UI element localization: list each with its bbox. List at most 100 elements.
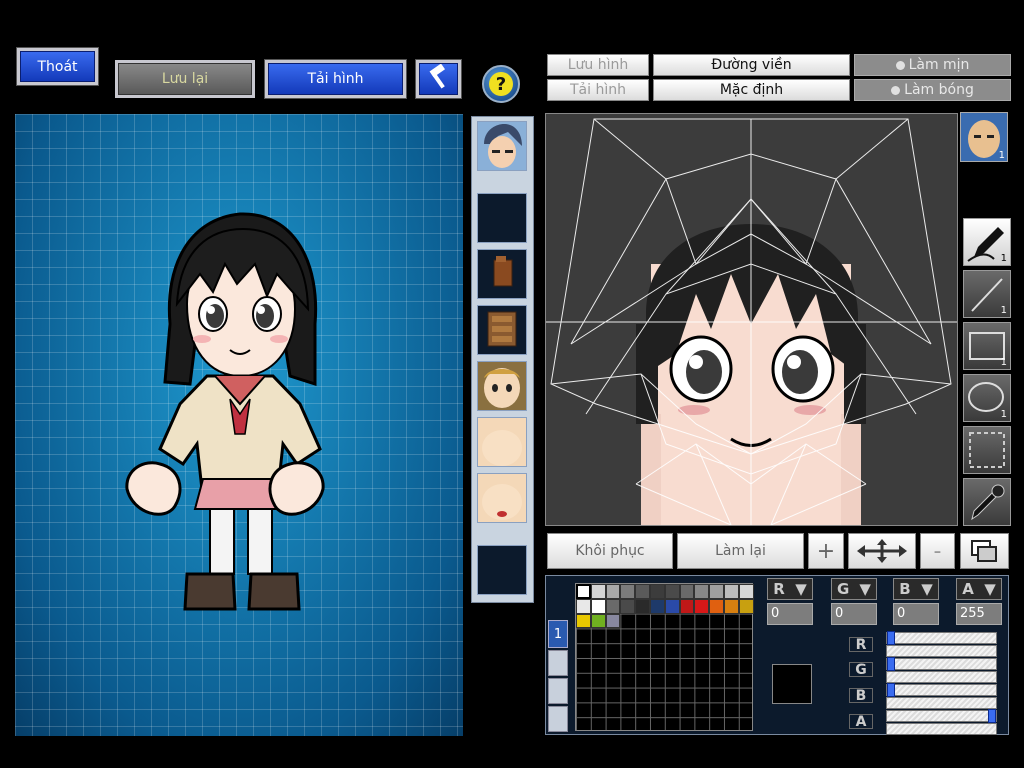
color-swatch[interactable]: [650, 598, 665, 614]
g-value-field[interactable]: 0: [831, 603, 877, 625]
a-slider[interactable]: [886, 709, 997, 723]
g-slider-track-2: [886, 671, 997, 683]
restore-button[interactable]: Khôi phục: [547, 533, 673, 569]
g-label: G: [837, 580, 850, 598]
color-swatch[interactable]: [679, 584, 695, 599]
color-swatch[interactable]: [576, 613, 591, 629]
part-slot-face-4[interactable]: [477, 473, 527, 523]
marquee-icon: [969, 432, 1005, 468]
color-swatch[interactable]: [590, 598, 606, 614]
b-slider[interactable]: [886, 683, 997, 697]
color-palette-grid[interactable]: [575, 583, 754, 731]
g-channel-dropdown[interactable]: G ▼: [831, 578, 877, 600]
zoom-out-button[interactable]: -: [920, 533, 955, 569]
color-swatch[interactable]: [576, 598, 591, 614]
pen-tool[interactable]: 1: [963, 218, 1011, 266]
r-slider-track-2: [886, 645, 997, 657]
b-slider-thumb[interactable]: [887, 683, 895, 697]
outline-button[interactable]: Đường viền: [653, 54, 850, 76]
hammer-icon: [426, 63, 452, 94]
zoom-in-button[interactable]: +: [808, 533, 844, 569]
color-swatch[interactable]: [709, 584, 724, 599]
color-swatch[interactable]: [694, 584, 710, 599]
r-channel-dropdown[interactable]: R ▼: [767, 578, 813, 600]
load-image-button[interactable]: Tải hình: [547, 79, 649, 101]
save-button[interactable]: Lưu lại: [115, 60, 255, 98]
face-icon: [478, 474, 526, 522]
load-button[interactable]: Tải hình: [265, 60, 406, 98]
help-button[interactable]: ?: [482, 65, 520, 103]
color-swatch[interactable]: [709, 598, 724, 614]
character-preview[interactable]: [15, 114, 463, 736]
color-swatch[interactable]: [576, 584, 591, 599]
color-swatch[interactable]: [724, 584, 739, 599]
b-slider-label: B: [849, 688, 873, 704]
exit-button[interactable]: Thoát: [17, 48, 98, 85]
palette-tab[interactable]: [548, 650, 568, 676]
save-image-button[interactable]: Lưu hình: [547, 54, 649, 76]
eyedropper-icon: [971, 484, 1005, 521]
color-swatch[interactable]: [635, 598, 650, 614]
color-swatch[interactable]: [605, 613, 621, 629]
color-swatch[interactable]: [738, 584, 754, 599]
tool-count: 1: [1000, 305, 1007, 316]
smooth-option[interactable]: Làm mịn: [854, 54, 1011, 76]
layer-button[interactable]: [960, 533, 1009, 569]
part-slot-face-selected[interactable]: [477, 121, 527, 171]
select-tool[interactable]: [963, 426, 1011, 474]
color-swatch[interactable]: [664, 584, 680, 599]
part-slot-face-2[interactable]: [477, 361, 527, 411]
default-button[interactable]: Mặc định: [653, 79, 850, 101]
a-slider-thumb[interactable]: [988, 709, 996, 723]
face-texture: [546, 114, 957, 525]
color-swatch[interactable]: [605, 584, 621, 599]
hammer-button[interactable]: [416, 60, 461, 98]
color-swatch[interactable]: [605, 598, 621, 614]
color-swatch[interactable]: [635, 584, 650, 599]
r-slider[interactable]: [886, 631, 997, 645]
g-slider-thumb[interactable]: [887, 657, 895, 671]
b-channel-dropdown[interactable]: B ▼: [893, 578, 939, 600]
color-swatch[interactable]: [724, 598, 739, 614]
color-swatch[interactable]: [650, 584, 665, 599]
part-slot-face-3[interactable]: [477, 417, 527, 467]
g-slider[interactable]: [886, 657, 997, 671]
color-swatch[interactable]: [679, 598, 695, 614]
palette-tab[interactable]: [548, 706, 568, 732]
a-label: A: [962, 580, 974, 598]
backpack-icon: [493, 256, 513, 287]
color-swatch[interactable]: [738, 598, 754, 614]
shine-option[interactable]: Làm bóng: [854, 79, 1011, 101]
palette-tab-active[interactable]: 1: [548, 620, 568, 648]
color-swatch[interactable]: [590, 613, 606, 629]
face-thumbnail-icon: [478, 122, 526, 170]
a-value-field[interactable]: 255: [956, 603, 1002, 625]
redo-button[interactable]: Làm lại: [677, 533, 804, 569]
a-channel-dropdown[interactable]: A ▼: [956, 578, 1002, 600]
line-tool[interactable]: 1: [963, 270, 1011, 318]
part-slot-armor[interactable]: [477, 305, 527, 355]
shine-label: Làm bóng: [904, 82, 974, 98]
eyedropper-tool[interactable]: [963, 478, 1011, 526]
palette-tab[interactable]: [548, 678, 568, 704]
face-selector[interactable]: 1: [960, 112, 1008, 162]
r-value-field[interactable]: 0: [767, 603, 813, 625]
drawing-canvas[interactable]: [545, 113, 958, 526]
color-swatch[interactable]: [620, 598, 636, 614]
b-value-field[interactable]: 0: [893, 603, 939, 625]
radio-icon: [895, 60, 905, 70]
part-selector: [471, 116, 534, 603]
part-slot-back[interactable]: [477, 249, 527, 299]
r-slider-thumb[interactable]: [887, 631, 895, 645]
part-slot-empty[interactable]: [477, 545, 527, 595]
rectangle-tool[interactable]: 1: [963, 322, 1011, 370]
color-swatch[interactable]: [590, 584, 606, 599]
a-slider-track-2: [886, 723, 997, 735]
color-swatch[interactable]: [694, 598, 710, 614]
color-swatch[interactable]: [664, 598, 680, 614]
ellipse-tool[interactable]: 1: [963, 374, 1011, 422]
b-label: B: [899, 580, 911, 598]
part-slot-empty[interactable]: [477, 193, 527, 243]
move-button[interactable]: [848, 533, 916, 569]
color-swatch[interactable]: [620, 584, 636, 599]
